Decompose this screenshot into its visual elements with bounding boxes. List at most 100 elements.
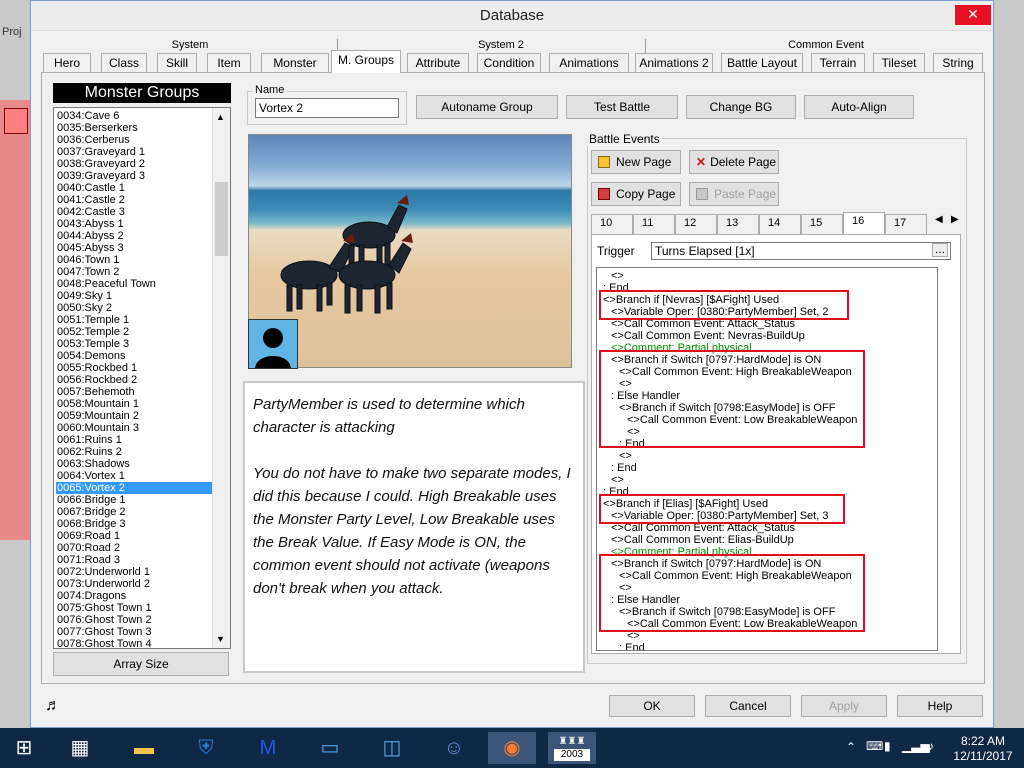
- list-item[interactable]: 0052:Temple 2: [56, 326, 212, 338]
- tab-condition[interactable]: Condition: [477, 53, 541, 73]
- list-item[interactable]: 0058:Mountain 1: [56, 398, 212, 410]
- touch-keyboard-icon[interactable]: ⌨: [866, 739, 883, 753]
- file-explorer-icon[interactable]: ▬: [124, 732, 164, 764]
- list-item[interactable]: 0066:Bridge 1: [56, 494, 212, 506]
- monster-groups-scrollbar[interactable]: ▲ ▼: [212, 108, 230, 648]
- auto-align-button[interactable]: Auto-Align: [804, 95, 914, 119]
- chevron-left-icon[interactable]: ◀: [935, 214, 943, 225]
- calculator-icon[interactable]: ▦: [60, 732, 100, 764]
- scroll-up-icon[interactable]: ▲: [216, 112, 225, 122]
- ok-button[interactable]: OK: [609, 695, 695, 717]
- page-tab-12[interactable]: 12: [675, 214, 717, 234]
- list-item[interactable]: 0042:Castle 3: [56, 206, 212, 218]
- page-tab-13[interactable]: 13: [717, 214, 759, 234]
- title-bar[interactable]: Database ✕: [31, 1, 993, 31]
- delete-page-button[interactable]: ✕ Delete Page: [689, 150, 779, 174]
- event-command-line[interactable]: : End: [611, 462, 637, 474]
- volume-icon[interactable]: ♪: [928, 739, 934, 753]
- name-input[interactable]: Vortex 2: [255, 98, 399, 118]
- scroll-down-icon[interactable]: ▼: [216, 634, 225, 644]
- help-button[interactable]: Help: [897, 695, 983, 717]
- list-item[interactable]: 0045:Abyss 3: [56, 242, 212, 254]
- trigger-edit-button[interactable]: ...: [932, 243, 948, 257]
- network-icon[interactable]: ▮: [884, 739, 891, 753]
- array-size-button[interactable]: Array Size: [53, 652, 229, 676]
- list-item[interactable]: 0035:Berserkers: [56, 122, 212, 134]
- autoname-group-button[interactable]: Autoname Group: [416, 95, 558, 119]
- tab-animations-2[interactable]: Animations 2: [635, 53, 713, 73]
- list-item[interactable]: 0071:Road 3: [56, 554, 212, 566]
- tab-attribute[interactable]: Attribute: [407, 53, 469, 73]
- monster-groups-list[interactable]: 0034:Cave 6 0035:Berserkers 0036:Cerberus 0…: [53, 107, 231, 649]
- page-tab-10[interactable]: 10: [591, 214, 633, 234]
- list-item[interactable]: 0060:Mountain 3: [56, 422, 212, 434]
- list-item[interactable]: 0069:Road 1: [56, 530, 212, 542]
- change-bg-button[interactable]: Change BG: [686, 95, 796, 119]
- apply-button[interactable]: Apply: [801, 695, 887, 717]
- windows-start-icon[interactable]: ⊞: [4, 732, 44, 764]
- list-item[interactable]: 0039:Graveyard 3: [56, 170, 212, 182]
- list-item[interactable]: 0048:Peaceful Town: [56, 278, 212, 290]
- list-item[interactable]: 0062:Ruins 2: [56, 446, 212, 458]
- list-item[interactable]: 0078:Ghost Town 4: [56, 638, 212, 648]
- paste-page-button[interactable]: Paste Page: [689, 182, 779, 206]
- list-item[interactable]: 0072:Underworld 1: [56, 566, 212, 578]
- list-item[interactable]: 0036:Cerberus: [56, 134, 212, 146]
- tab-skill[interactable]: Skill: [157, 53, 197, 73]
- list-item[interactable]: 0053:Temple 3: [56, 338, 212, 350]
- list-item[interactable]: 0041:Castle 2: [56, 194, 212, 206]
- event-command-line[interactable]: <>: [611, 474, 624, 486]
- cancel-button[interactable]: Cancel: [705, 695, 791, 717]
- list-item[interactable]: 0046:Town 1: [56, 254, 212, 266]
- close-button[interactable]: ✕: [955, 5, 991, 25]
- page-tab-15[interactable]: 15: [801, 214, 843, 234]
- list-item[interactable]: 0070:Road 2: [56, 542, 212, 554]
- list-item[interactable]: 0065:Vortex 2: [56, 482, 212, 494]
- event-command-line[interactable]: <>: [611, 270, 624, 282]
- signal-icon[interactable]: ▁▃▅: [902, 739, 930, 753]
- tab-tileset[interactable]: Tileset: [873, 53, 925, 73]
- list-item[interactable]: 0064:Vortex 1: [56, 470, 212, 482]
- chevron-right-icon[interactable]: ▶: [951, 214, 959, 225]
- list-item[interactable]: 0055:Rockbed 1: [56, 362, 212, 374]
- windows-defender-icon[interactable]: ⛨: [186, 732, 226, 764]
- list-item[interactable]: 0034:Cave 6: [56, 110, 212, 122]
- list-item[interactable]: 0061:Ruins 1: [56, 434, 212, 446]
- taskbar-clock[interactable]: 8:22 AM 12/11/2017: [946, 734, 1020, 764]
- list-item[interactable]: 0063:Shadows: [56, 458, 212, 470]
- list-item[interactable]: 0044:Abyss 2: [56, 230, 212, 242]
- new-page-button[interactable]: New Page: [591, 150, 681, 174]
- tab-m-groups[interactable]: M. Groups: [331, 50, 401, 73]
- list-item[interactable]: 0073:Underworld 2: [56, 578, 212, 590]
- list-item[interactable]: 0038:Graveyard 2: [56, 158, 212, 170]
- list-item[interactable]: 0067:Bridge 2: [56, 506, 212, 518]
- monster-portrait[interactable]: [248, 319, 298, 369]
- event-command-line[interactable]: <>Call Common Event: Nevras-BuildUp: [611, 330, 805, 342]
- list-item[interactable]: 0059:Mountain 2: [56, 410, 212, 422]
- malwarebytes-icon[interactable]: M: [248, 732, 288, 764]
- list-item[interactable]: 0054:Demons: [56, 350, 212, 362]
- list-item[interactable]: 0037:Graveyard 1: [56, 146, 212, 158]
- tab-terrain[interactable]: Terrain: [811, 53, 865, 73]
- tab-string[interactable]: String: [933, 53, 983, 73]
- list-item[interactable]: 0074:Dragons: [56, 590, 212, 602]
- list-item[interactable]: 0068:Bridge 3: [56, 518, 212, 530]
- tab-item[interactable]: Item: [207, 53, 251, 73]
- show-hidden-icons-icon[interactable]: ⌃: [846, 740, 856, 754]
- firefox-icon[interactable]: ◉: [488, 732, 536, 764]
- list-item[interactable]: 0076:Ghost Town 2: [56, 614, 212, 626]
- page-tab-scroller[interactable]: ◀ ▶: [933, 214, 965, 230]
- tab-animations[interactable]: Animations: [549, 53, 629, 73]
- list-item[interactable]: 0075:Ghost Town 1: [56, 602, 212, 614]
- page-tab-14[interactable]: 14: [759, 214, 801, 234]
- background-menu-label[interactable]: Proj: [2, 26, 22, 38]
- event-commands-list[interactable]: <>: End <>Branch if [Nevras] [$AFight] Us…: [596, 267, 938, 651]
- test-battle-button[interactable]: Test Battle: [566, 95, 678, 119]
- terminal-icon[interactable]: ▭: [310, 732, 350, 764]
- trigger-field[interactable]: Turns Elapsed [1x] ...: [651, 242, 951, 260]
- event-command-line[interactable]: : End: [619, 642, 645, 650]
- list-item[interactable]: 0043:Abyss 1: [56, 218, 212, 230]
- list-item[interactable]: 0057:Behemoth: [56, 386, 212, 398]
- scroll-thumb[interactable]: [215, 182, 228, 256]
- tab-battle-layout[interactable]: Battle Layout: [721, 53, 803, 73]
